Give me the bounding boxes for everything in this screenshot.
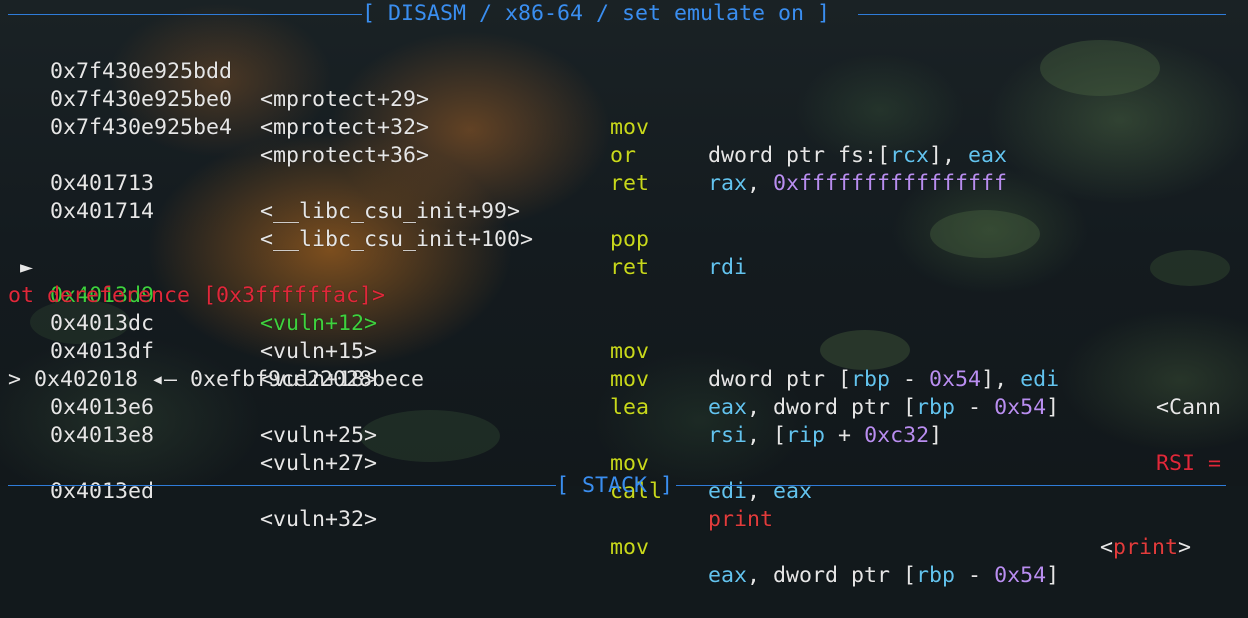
header-rule-right — [858, 14, 1226, 15]
call-target-annotation: <print> — [1100, 535, 1192, 560]
disasm-row: 0x4013dc <vuln+15> mov eax, dword ptr [r… — [0, 282, 1248, 420]
instruction-mnemonic: mov — [610, 115, 650, 140]
disasm-row: 0x7f430e925be0 <mprotect+32> or rax, 0xf… — [0, 58, 1248, 196]
terminal-disasm-panel[interactable]: [ DISASM / x86-64 / set emulate on ] 0x7… — [0, 0, 1248, 588]
header-rule-left — [8, 14, 362, 15]
disasm-row: 0x401713 <__libc_csu_init+99> pop rdi — [0, 142, 1248, 280]
wrapped-annotation-line: > 0x402018 ◂— 0xefbf9ce22028bece — [0, 338, 1248, 392]
instruction-symbol: <__libc_csu_init+99> — [260, 199, 521, 224]
wrapped-annotation-line: ot dereference [0x3ffffffac]> — [0, 254, 1248, 308]
disasm-row: 0x7f430e925bdd <mprotect+29> mov dword p… — [0, 30, 1248, 168]
disasm-row: 0x4013df <vuln+18> lea rsi, [rip + 0xc32… — [0, 310, 1248, 476]
disasm-row-current: ► 0x4013d9 <vuln+12> mov dword ptr [rbp … — [0, 226, 1248, 420]
instruction-operands: print — [708, 507, 774, 532]
instruction-address: 0x4013e8 — [50, 423, 155, 448]
disasm-row: 0x7f430e925be4 <mprotect+36> ret — [0, 86, 1248, 196]
instruction-symbol: <vuln+25> — [260, 423, 378, 448]
instruction-address: 0x401714 — [50, 199, 155, 224]
instruction-operands: edi, eax — [708, 479, 813, 504]
instruction-address: 0x4013ed — [50, 479, 155, 504]
stack-section-title: [ STACK ] — [556, 473, 674, 498]
disasm-row: 0x4013e6 <vuln+25> mov edi, eax — [0, 366, 1248, 504]
instruction-operands: rsi, [rip + 0xc32] — [708, 423, 943, 448]
instruction-operands: eax, dword ptr [rbp - 0x54] — [708, 563, 1060, 588]
instruction-symbol: <vuln+32> — [260, 507, 378, 532]
instruction-mnemonic: mov — [610, 535, 650, 560]
disasm-section-title: [ DISASM / x86-64 / set emulate on ] — [362, 1, 831, 26]
disasm-row: 0x4013e8 <vuln+27> call print <print> — [0, 394, 1248, 560]
instruction-address: 0x7f430e925be4 — [50, 115, 233, 140]
instruction-symbol: <mprotect+32> — [260, 115, 430, 140]
disasm-row: 0x401714 <__libc_csu_init+100> ret — [0, 170, 1248, 280]
